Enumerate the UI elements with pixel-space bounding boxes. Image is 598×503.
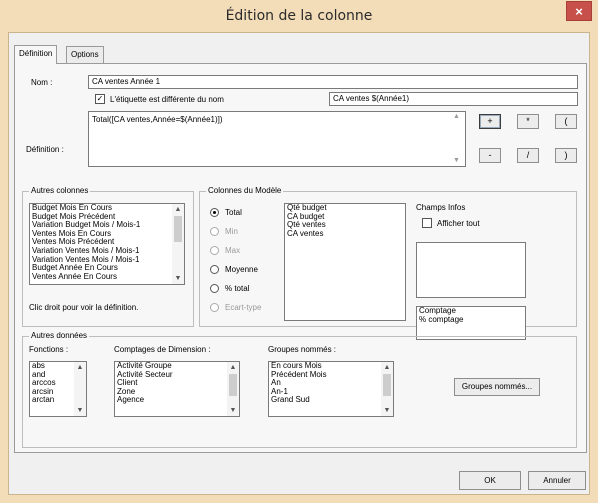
close-icon: × [575, 4, 583, 19]
groupes-nommes-button[interactable]: Groupes nommés... [454, 378, 540, 396]
colonnes-modele-group: Colonnes du Modèle Total Min Max Moyenne… [199, 186, 577, 340]
tab-definition-label: Définition [19, 49, 53, 58]
scroll-down-icon[interactable]: ▼ [74, 405, 86, 416]
etiquette-checkbox[interactable]: ✓ [95, 94, 105, 104]
autres-donnees-group: Autres données Fonctions : abs and arcco… [22, 331, 577, 448]
radio-ecart-type-label: Ecart-type [225, 303, 262, 312]
scroll-up-icon[interactable]: ▲ [172, 204, 184, 215]
comptages-label: Comptages de Dimension : [114, 345, 211, 354]
close-paren-button[interactable]: ) [555, 148, 577, 163]
radio-moyenne[interactable] [210, 265, 219, 274]
nom-input[interactable]: CA ventes Année 1 [88, 75, 578, 89]
radio-ecart-type [210, 303, 219, 312]
radio-total-label: Total [225, 208, 242, 217]
radio-min-label: Min [225, 227, 238, 236]
autres-donnees-title: Autres données [29, 331, 90, 340]
tab-definition[interactable]: Définition [14, 45, 58, 64]
close-button[interactable]: × [566, 1, 592, 21]
champs-infos-list[interactable] [416, 242, 526, 298]
nom-label: Nom : [31, 78, 53, 87]
plus-button[interactable]: + [479, 114, 501, 129]
list-item[interactable]: Précédent Mois [269, 370, 393, 380]
comptages-scrollbar[interactable]: ▲ ▼ [227, 362, 239, 416]
radio-total[interactable] [210, 208, 219, 217]
tab-options[interactable]: Options [66, 46, 104, 63]
radio-max [210, 246, 219, 255]
etiquette-checkbox-label: L'étiquette est différente du nom [110, 95, 224, 104]
dialog-client-area: Définition Options Nom : CA ventes Année… [8, 32, 590, 495]
radio-pct-total-label: % total [225, 284, 250, 293]
definition-label: Définition : [26, 145, 64, 154]
comptages-list[interactable]: Activité Groupe Activité Secteur Client … [114, 361, 240, 417]
definition-scroll-down-icon[interactable]: ▼ [453, 157, 460, 164]
scroll-up-icon[interactable]: ▲ [227, 362, 239, 373]
radio-moyenne-label: Moyenne [225, 265, 258, 274]
cancel-button[interactable]: Annuler [528, 471, 586, 490]
radio-pct-total[interactable] [210, 284, 219, 293]
groupes-list[interactable]: En cours Mois Précédent Mois An An-1 Gra… [268, 361, 394, 417]
fonctions-scrollbar[interactable]: ▲ ▼ [74, 362, 86, 416]
dialog-window: Édition de la colonne × Définition Optio… [0, 0, 598, 503]
definition-text: Total([CA ventes,Année=$(Année1)]) [92, 115, 223, 124]
autres-colonnes-title: Autres colonnes [29, 186, 91, 195]
definition-panel: Nom : CA ventes Année 1 ✓ L'étiquette es… [14, 63, 587, 453]
title-bar[interactable]: Édition de la colonne × [0, 0, 598, 32]
comptage-list[interactable]: Comptage % comptage [416, 306, 526, 340]
definition-scroll-up-icon[interactable]: ▲ [453, 113, 460, 120]
list-item[interactable]: Ventes Année En Cours [30, 272, 184, 282]
check-icon: ✓ [96, 94, 104, 103]
autres-colonnes-list[interactable]: Budget Mois En Cours Budget Mois Précéde… [29, 203, 185, 285]
tab-options-label: Options [71, 50, 99, 59]
scroll-down-icon[interactable]: ▼ [172, 273, 184, 284]
champs-infos-title: Champs Infos [416, 203, 466, 212]
open-paren-button[interactable]: ( [555, 114, 577, 129]
scroll-thumb[interactable] [383, 374, 391, 396]
minus-button[interactable]: - [479, 148, 501, 163]
scroll-thumb[interactable] [174, 216, 182, 242]
scroll-up-icon[interactable]: ▲ [74, 362, 86, 373]
dialog-title: Édition de la colonne [225, 8, 373, 24]
groupes-scrollbar[interactable]: ▲ ▼ [381, 362, 393, 416]
fonctions-list[interactable]: abs and arccos arcsin arctan ▲ ▼ [29, 361, 87, 417]
etiquette-input[interactable]: CA ventes $(Année1) [329, 92, 578, 106]
colonnes-modele-title: Colonnes du Modèle [206, 186, 284, 195]
autres-colonnes-scrollbar[interactable]: ▲ ▼ [172, 204, 184, 284]
radio-max-label: Max [225, 246, 241, 255]
ok-button[interactable]: OK [459, 471, 521, 490]
scroll-thumb[interactable] [229, 374, 237, 396]
autres-colonnes-group: Autres colonnes Budget Mois En Cours Bud… [22, 186, 194, 327]
colonnes-modele-list[interactable]: Qté budget CA budget Qté ventes CA vente… [284, 203, 406, 321]
definition-textarea[interactable]: Total([CA ventes,Année=$(Année1)]) [88, 111, 466, 167]
divide-button[interactable]: / [517, 148, 539, 163]
groupes-label: Groupes nommés : [268, 345, 337, 354]
afficher-tout-checkbox[interactable] [422, 218, 432, 228]
list-item[interactable]: Grand Sud [269, 396, 393, 405]
scroll-down-icon[interactable]: ▼ [381, 405, 393, 416]
list-item[interactable]: Agence [115, 396, 239, 405]
autres-colonnes-hint: Clic droit pour voir la définition. [29, 303, 139, 312]
fonctions-label: Fonctions : [29, 345, 69, 354]
radio-min [210, 227, 219, 236]
scroll-down-icon[interactable]: ▼ [227, 405, 239, 416]
afficher-tout-label: Afficher tout [437, 219, 480, 228]
list-item[interactable]: CA ventes [285, 229, 405, 239]
list-item[interactable]: % comptage [417, 315, 525, 325]
scroll-up-icon[interactable]: ▲ [381, 362, 393, 373]
multiply-button[interactable]: * [517, 114, 539, 129]
